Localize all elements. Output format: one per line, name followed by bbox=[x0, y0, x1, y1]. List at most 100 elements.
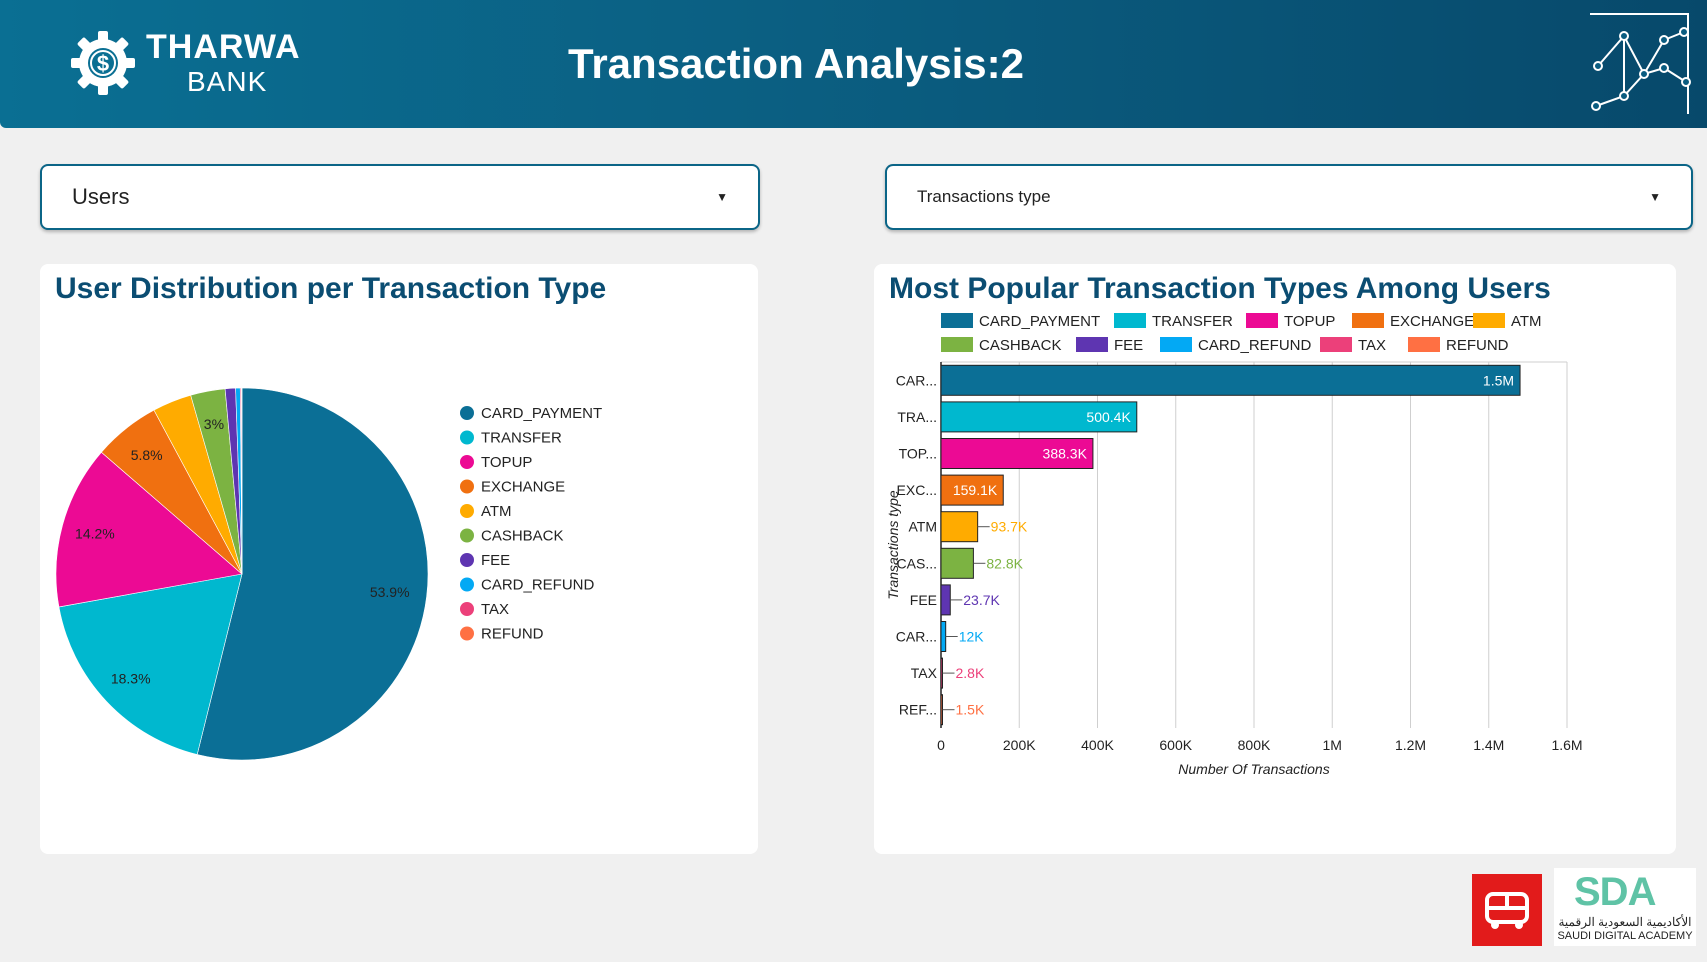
legend-swatch-atm bbox=[1473, 313, 1505, 328]
bus-icon bbox=[1485, 892, 1529, 929]
legend-label-card-payment: CARD_PAYMENT bbox=[979, 313, 1100, 330]
legend-marker-exchange bbox=[460, 479, 474, 494]
bar-value-label: 159.1K bbox=[953, 482, 998, 498]
bar-chart: CARD_PAYMENT TRANSFER TOPUP EXCHANGE ATM CASH… bbox=[885, 313, 1583, 777]
legend-swatch-topup bbox=[1246, 313, 1278, 328]
bus-logo-badge bbox=[1472, 874, 1542, 946]
page-title: Transaction Analysis:2 bbox=[568, 40, 1024, 87]
pie-chart-card: User Distribution per Transaction Type 5… bbox=[40, 264, 758, 854]
pie-chart: 53.9% 18.3% 14.2% 5.8% 3% CARD_PAYMENT TRANSFE… bbox=[55, 387, 602, 761]
y-tick-label: CAR... bbox=[896, 629, 937, 645]
x-tick-label: 0 bbox=[937, 737, 945, 753]
bar-chart-card: Most Popular Transaction Types Among Use… bbox=[874, 264, 1676, 854]
legend-label-atm: ATM bbox=[481, 503, 512, 520]
pie-slice-label: 5.8% bbox=[131, 447, 163, 463]
pie-slice-label: 14.2% bbox=[75, 526, 115, 542]
legend-label-cashback: CASHBACK bbox=[481, 528, 564, 545]
legend-marker-cashback bbox=[460, 528, 474, 543]
legend-label-transfer: TRANSFER bbox=[1152, 313, 1233, 330]
legend-label-card-refund: CARD_REFUND bbox=[1198, 337, 1312, 354]
bar-value-label: 388.3K bbox=[1043, 446, 1088, 462]
bar-cashback bbox=[940, 547, 974, 579]
legend-label-cashback: CASHBACK bbox=[979, 337, 1062, 354]
legend-label-exchange: EXCHANGE bbox=[1390, 313, 1474, 330]
x-tick-label: 400K bbox=[1081, 737, 1114, 753]
legend-marker-tax bbox=[460, 602, 474, 616]
y-tick-label: CAS... bbox=[897, 555, 937, 571]
x-tick-label: 1M bbox=[1323, 737, 1342, 753]
bar-value-label: 12K bbox=[959, 629, 985, 645]
legend-marker-atm bbox=[460, 504, 474, 518]
bar-tax bbox=[940, 657, 943, 689]
pie-slice-label: 18.3% bbox=[111, 670, 151, 686]
users-dropdown[interactable]: Users ▼ bbox=[40, 164, 760, 230]
legend-label-card-refund: CARD_REFUND bbox=[481, 577, 595, 594]
bar-value-label: 1.5M bbox=[1483, 372, 1514, 388]
users-dropdown-label: Users bbox=[72, 184, 130, 209]
legend-label-exchange: EXCHANGE bbox=[481, 479, 565, 496]
legend-label-tax: TAX bbox=[481, 601, 509, 618]
x-axis-title: Number Of Transactions bbox=[1178, 761, 1329, 777]
legend-marker-card-payment bbox=[460, 406, 474, 420]
saudi-digital-academy-logo: SDA الأكاديمية السعودية الرقمية SAUDI DI… bbox=[1554, 868, 1696, 946]
transaction-type-dropdown[interactable]: Transactions type ▼ bbox=[885, 164, 1693, 230]
legend-label-atm: ATM bbox=[1511, 313, 1542, 330]
brand-name: THARWA bbox=[146, 28, 301, 66]
network-chart-icon bbox=[1590, 13, 1691, 114]
legend-label-refund: REFUND bbox=[1446, 337, 1509, 354]
y-tick-label: TAX bbox=[911, 665, 938, 681]
y-tick-label: FEE bbox=[910, 592, 937, 608]
legend-label-card-payment: CARD_PAYMENT bbox=[481, 405, 602, 422]
caret-down-icon[interactable]: ▼ bbox=[716, 190, 728, 204]
x-tick-label: 1.6M bbox=[1551, 737, 1582, 753]
bar-value-label: 23.7K bbox=[963, 592, 1000, 608]
x-tick-label: 600K bbox=[1159, 737, 1192, 753]
y-tick-label: ATM bbox=[908, 519, 937, 535]
pie-slice-label: 3% bbox=[204, 416, 224, 432]
y-tick-label: TOP... bbox=[899, 446, 937, 462]
svg-text:$: $ bbox=[97, 51, 109, 76]
y-tick-label: EXC... bbox=[897, 482, 937, 498]
legend-marker-card-refund bbox=[460, 577, 474, 592]
bar-value-label: 82.8K bbox=[986, 555, 1023, 571]
legend-label-refund: REFUND bbox=[481, 626, 544, 643]
y-axis-title: Transactions type bbox=[885, 490, 901, 600]
legend-marker-refund bbox=[460, 626, 474, 641]
legend-marker-fee bbox=[460, 553, 474, 567]
pie-slice-label: 53.9% bbox=[370, 584, 410, 600]
bar-value-label: 2.8K bbox=[956, 665, 985, 681]
bar-value-label: 500.4K bbox=[1086, 409, 1131, 425]
x-tick-label: 1.2M bbox=[1395, 737, 1426, 753]
bar-value-label: 93.7K bbox=[991, 519, 1028, 535]
bar-fee bbox=[940, 584, 951, 616]
x-tick-label: 1.4M bbox=[1473, 737, 1504, 753]
legend-label-topup: TOPUP bbox=[481, 454, 532, 471]
x-tick-label: 800K bbox=[1238, 737, 1271, 753]
caret-down-icon[interactable]: ▼ bbox=[1649, 190, 1661, 204]
legend-swatch-fee bbox=[1076, 337, 1108, 352]
legend-swatch-card-refund bbox=[1160, 337, 1192, 352]
legend-marker-topup bbox=[460, 455, 474, 469]
legend-swatch-refund bbox=[1408, 337, 1440, 352]
legend-label-tax: TAX bbox=[1358, 337, 1386, 354]
y-tick-label: CAR... bbox=[896, 372, 937, 388]
legend-label-fee: FEE bbox=[481, 552, 510, 569]
legend-swatch-transfer bbox=[1114, 313, 1146, 328]
legend-swatch-tax bbox=[1320, 337, 1352, 352]
bar-card-refund bbox=[940, 621, 947, 652]
legend-label-fee: FEE bbox=[1114, 337, 1143, 354]
y-tick-label: REF... bbox=[899, 702, 937, 718]
bar-value-label: 1.5K bbox=[956, 702, 985, 718]
bar-atm bbox=[940, 511, 979, 543]
legend-swatch-card-payment bbox=[941, 313, 973, 328]
y-tick-label: TRA... bbox=[897, 409, 937, 425]
legend-label-topup: TOPUP bbox=[1284, 313, 1335, 330]
x-tick-label: 200K bbox=[1003, 737, 1036, 753]
brand-subtitle: BANK bbox=[187, 66, 268, 97]
bar-card-payment bbox=[940, 364, 1521, 396]
legend-swatch-cashback bbox=[941, 337, 973, 352]
header-banner: $ THARWA BANK Transaction Analysis:2 bbox=[0, 0, 1707, 128]
dollar-gear-icon: $ bbox=[71, 31, 135, 95]
legend-marker-transfer bbox=[460, 430, 474, 445]
bar-refund bbox=[940, 694, 943, 726]
